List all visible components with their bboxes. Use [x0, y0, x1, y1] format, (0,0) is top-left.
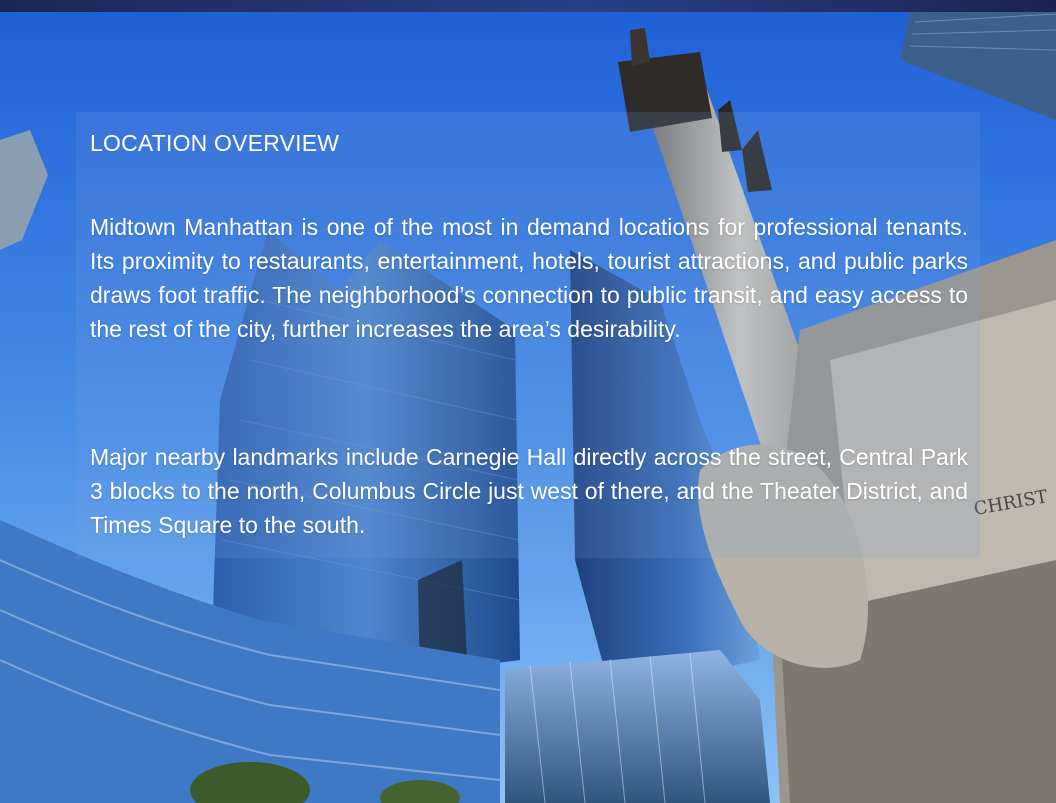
glass-atrium [505, 650, 770, 803]
landmarks-paragraph: Major nearby landmarks include Carnegie … [90, 444, 968, 538]
section-heading: LOCATION OVERVIEW [90, 130, 340, 156]
overview-paragraph: Midtown Manhattan is one of the most in … [90, 214, 968, 342]
top-band [0, 0, 1056, 12]
